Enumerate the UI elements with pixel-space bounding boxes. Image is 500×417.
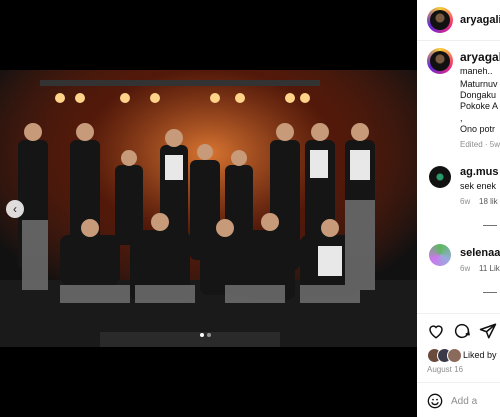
chevron-left-icon[interactable]: ‹ bbox=[6, 200, 24, 218]
avatar[interactable] bbox=[427, 7, 453, 33]
post-media[interactable]: ‹ bbox=[0, 0, 417, 417]
comment-age: 6w bbox=[460, 264, 471, 273]
caption-line: Maturnuv bbox=[460, 79, 498, 89]
divider bbox=[417, 382, 500, 383]
header-username[interactable]: aryagalih bbox=[460, 14, 500, 26]
post-header: aryagalih bbox=[417, 0, 500, 41]
comment-age: 6w bbox=[460, 197, 471, 206]
caption-line: Dongaku bbox=[460, 90, 497, 100]
emoji-icon[interactable] bbox=[427, 393, 443, 409]
add-comment-input[interactable]: Add a bbox=[451, 396, 477, 407]
avatar[interactable] bbox=[429, 166, 451, 188]
avatar bbox=[447, 348, 462, 363]
comment-likes[interactable]: 18 lik bbox=[479, 197, 498, 206]
heart-icon[interactable] bbox=[427, 322, 445, 340]
carousel-dot bbox=[207, 333, 211, 337]
comment-text: sek enek bbox=[460, 181, 497, 191]
caption-line: maneh.. bbox=[460, 66, 493, 76]
caption-line: Ono potr bbox=[460, 124, 496, 134]
caption-meta: Edited · 5w bbox=[460, 140, 500, 149]
carousel-dot bbox=[200, 333, 204, 337]
view-replies-button[interactable]: Vi bbox=[483, 221, 500, 230]
share-icon[interactable] bbox=[479, 322, 497, 340]
caption-line: , bbox=[460, 113, 463, 123]
caption-avatar[interactable] bbox=[427, 48, 453, 74]
divider bbox=[417, 313, 500, 314]
carousel-dots bbox=[200, 333, 211, 337]
comment-icon[interactable] bbox=[453, 322, 471, 340]
post-date[interactable]: August 16 bbox=[427, 365, 463, 374]
comment-likes[interactable]: 11 Like bbox=[479, 264, 500, 273]
comment-username[interactable]: selenaa bbox=[460, 247, 500, 259]
caption-username[interactable]: aryagal bbox=[460, 50, 500, 64]
post-photo bbox=[0, 70, 417, 347]
comment-username[interactable]: ag.mus bbox=[460, 166, 499, 178]
view-replies-button[interactable]: Vi bbox=[483, 288, 500, 297]
liked-by-text[interactable]: Liked by bbox=[463, 350, 497, 360]
liked-by-avatars[interactable] bbox=[427, 348, 463, 363]
post-side-panel: aryagalih aryagal maneh.. Maturnuv Donga… bbox=[417, 0, 500, 417]
avatar[interactable] bbox=[429, 244, 451, 266]
caption-line: Pokoke A bbox=[460, 101, 499, 111]
